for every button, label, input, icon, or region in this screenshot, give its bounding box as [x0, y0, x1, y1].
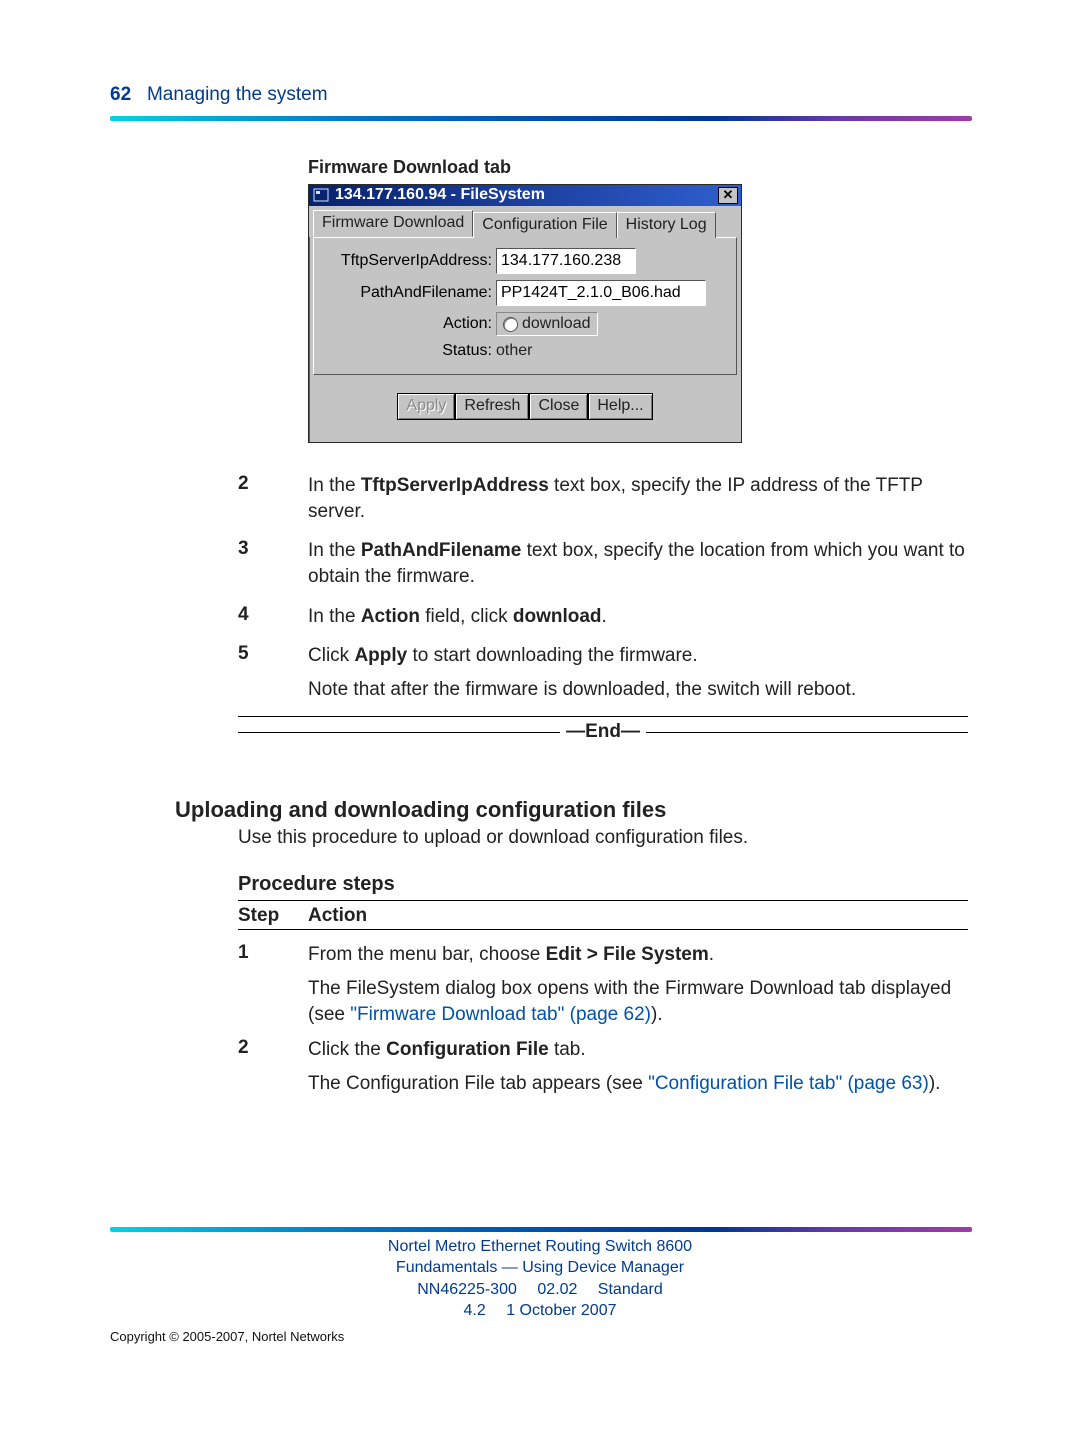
tab-history-log[interactable]: History Log: [617, 212, 716, 238]
step-5: 5 Click Apply to start downloading the f…: [238, 643, 972, 702]
figure-caption: Firmware Download tab: [308, 157, 972, 178]
help-button[interactable]: Help...: [588, 393, 652, 420]
status-label: Status:: [322, 342, 496, 360]
rule-above-end: [238, 716, 968, 717]
apply-button[interactable]: Apply: [397, 393, 455, 420]
dialog-buttons: Apply Refresh Close Help...: [309, 379, 741, 442]
step-4: 4 In the Action field, click download.: [238, 604, 972, 630]
close-button[interactable]: Close: [529, 393, 588, 420]
window-icon: [313, 188, 329, 202]
filesystem-dialog: 134.177.160.94 - FileSystem ✕ Firmware D…: [308, 184, 742, 443]
dialog-title: 134.177.160.94 - FileSystem: [335, 186, 545, 204]
dialog-panel: TftpServerIpAddress: PathAndFilename: Ac…: [313, 237, 737, 375]
header-rule: [110, 116, 972, 121]
procedure-heading: Procedure steps: [238, 873, 972, 896]
link-firmware-tab[interactable]: "Firmware Download tab" (page 62): [350, 1004, 651, 1025]
rule: [238, 929, 968, 930]
step-b1: 1 From the menu bar, choose Edit > File …: [238, 942, 972, 1027]
tftp-input[interactable]: [496, 248, 636, 274]
procedure-steps-b: 1 From the menu bar, choose Edit > File …: [238, 942, 972, 1096]
chapter-title: Managing the system: [136, 84, 327, 105]
footer-rule: [110, 1227, 972, 1232]
page-header: 62 Managing the system: [110, 84, 972, 121]
rule: [238, 900, 968, 901]
copyright: Copyright © 2005-2007, Nortel Networks: [110, 1329, 344, 1344]
footer-text: Nortel Metro Ethernet Routing Switch 860…: [0, 1236, 1080, 1322]
action-value: download: [522, 315, 591, 333]
step-2: 2 In the TftpServerIpAddress text box, s…: [238, 473, 972, 524]
tab-firmware-download[interactable]: Firmware Download: [313, 210, 473, 237]
status-value: other: [496, 342, 532, 360]
dialog-tabs: Firmware Download Configuration File His…: [309, 206, 741, 237]
dialog-titlebar: 134.177.160.94 - FileSystem ✕: [309, 185, 741, 206]
tab-configuration-file[interactable]: Configuration File: [473, 212, 616, 238]
action-label: Action:: [322, 315, 496, 333]
step-3: 3 In the PathAndFilename text box, speci…: [238, 538, 972, 589]
path-label: PathAndFilename:: [322, 284, 496, 302]
section-intro: Use this procedure to upload or download…: [238, 827, 972, 849]
link-config-file-tab[interactable]: "Configuration File tab" (page 63): [648, 1073, 929, 1094]
tftp-label: TftpServerIpAddress:: [322, 252, 496, 270]
refresh-button[interactable]: Refresh: [455, 393, 529, 420]
action-radio[interactable]: download: [496, 312, 598, 336]
path-input[interactable]: [496, 280, 706, 306]
close-icon[interactable]: ✕: [718, 187, 738, 204]
section-heading: Uploading and downloading configuration …: [175, 797, 972, 823]
end-marker: —End—: [238, 721, 968, 743]
radio-icon: [503, 317, 518, 332]
step-b2: 2 Click the Configuration File tab. The …: [238, 1037, 972, 1096]
procedure-steps-a: 2 In the TftpServerIpAddress text box, s…: [238, 473, 972, 702]
page-number: 62: [110, 84, 131, 105]
column-headers: Step Action: [238, 905, 972, 927]
